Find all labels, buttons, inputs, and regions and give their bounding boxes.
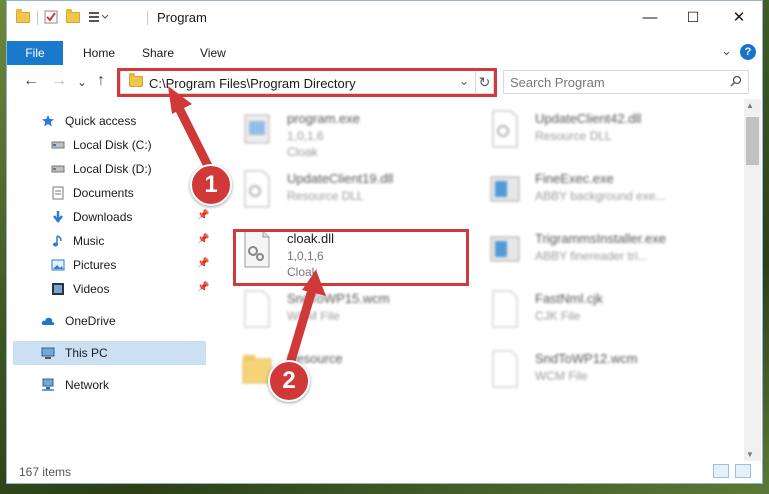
callout-2: 2: [268, 360, 310, 402]
annotation-arrows: [168, 86, 326, 369]
callout-1: 1: [190, 164, 232, 206]
